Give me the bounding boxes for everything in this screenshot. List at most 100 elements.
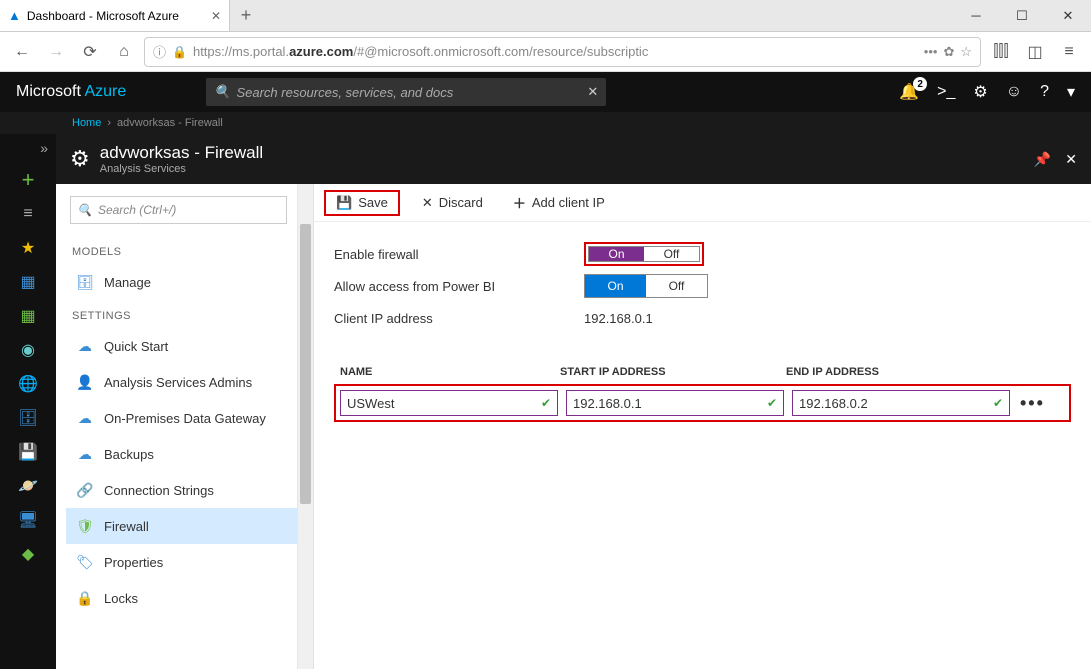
resource-menu: 🔍 Search (Ctrl+/) MODELS 🗄Manage SETTING… [56,184,314,669]
breadcrumb-current: advworksas - Firewall [117,117,223,129]
enable-firewall-toggle[interactable]: On Off [584,242,704,266]
scrollbar-thumb[interactable] [300,224,311,504]
menu-firewall[interactable]: 🛡Firewall [66,508,297,544]
rule-row: USWest ✔ 192.168.0.1 ✔ 192.168.0.2 ✔ ••• [334,384,1071,422]
url-more-icon[interactable]: ••• [924,44,938,59]
toggle-off[interactable]: Off [644,247,699,261]
sidebar-icon[interactable]: ◫ [1021,42,1049,62]
save-button[interactable]: 💾 Save [324,190,400,216]
toggle-on[interactable]: On [585,275,646,297]
breadcrumb-home[interactable]: Home [72,117,101,129]
toggle-on[interactable]: On [589,247,644,261]
browser-tab-strip: ▲ Dashboard - Microsoft Azure ✕ + ─ ☐ ✕ [0,0,1091,32]
close-blade-icon[interactable]: ✕ [1065,151,1077,168]
discard-icon: ✕ [422,195,433,211]
notifications-icon[interactable]: 🔔2 [899,82,919,102]
menu-icon[interactable]: ≡ [1055,43,1083,61]
clear-search-icon[interactable]: ✕ [587,84,598,100]
shield-icon: 🛡 [76,518,94,535]
planet-icon[interactable]: 🪐 [18,476,38,496]
window-controls: ─ ☐ ✕ [953,0,1091,31]
url-text: https://ms.portal.azure.com/#@microsoft.… [193,44,648,59]
valid-check-icon: ✔ [541,396,551,410]
grid-icon[interactable]: ▦ [18,306,38,326]
search-placeholder: Search (Ctrl+/) [98,203,176,217]
menu-properties[interactable]: 🏷Properties [66,544,297,580]
setting-enable-firewall: Enable firewall On Off [334,238,1071,270]
bookmark-icon[interactable]: ☆ [960,44,972,60]
vm-icon[interactable]: 🖥 [18,510,38,530]
browser-toolbar: ← → ⟳ ⌂ ⓘ 🔒 https://ms.portal.azure.com/… [0,32,1091,72]
person-icon: 👤 [76,374,94,391]
library-icon[interactable]: ⫿⫿⫿ [987,43,1015,61]
back-button[interactable]: ← [8,38,36,66]
new-resource-icon[interactable]: + [18,170,38,190]
minimize-button[interactable]: ─ [953,0,999,31]
firewall-rules: NAME START IP ADDRESS END IP ADDRESS USW… [314,350,1091,422]
blade-title: advworksas - Firewall [100,143,263,163]
rules-header: NAME START IP ADDRESS END IP ADDRESS [334,360,1071,384]
cloud-shell-icon[interactable]: >_ [937,83,955,101]
discard-button[interactable]: ✕ Discard [414,191,491,215]
close-tab-icon[interactable]: ✕ [211,9,221,23]
forward-button[interactable]: → [42,38,70,66]
feedback-icon[interactable]: ☺ [1006,83,1022,101]
menu-quick-start[interactable]: ☁Quick Start [66,328,297,364]
close-window-button[interactable]: ✕ [1045,0,1091,31]
new-tab-button[interactable]: + [230,0,262,31]
list-icon[interactable]: ≡ [18,204,38,224]
plus-icon: ＋ [513,193,526,212]
allow-powerbi-toggle[interactable]: On Off [584,274,708,298]
url-bar[interactable]: ⓘ 🔒 https://ms.portal.azure.com/#@micros… [144,37,981,67]
valid-check-icon: ✔ [993,396,1003,410]
menu-backups[interactable]: ☁Backups [66,436,297,472]
diamond-icon[interactable]: ◆ [18,544,38,564]
rule-name-input[interactable]: USWest ✔ [340,390,558,416]
reload-button[interactable]: ⟳ [76,38,104,66]
blade-subtitle: Analysis Services [100,163,263,175]
section-settings: SETTINGS [66,300,297,328]
maximize-button[interactable]: ☐ [999,0,1045,31]
toggle-off[interactable]: Off [646,275,707,297]
add-client-ip-button[interactable]: ＋ Add client IP [505,189,613,216]
gateway-icon: ☁ [76,410,94,427]
home-button[interactable]: ⌂ [110,38,138,66]
azure-brand[interactable]: Microsoft Azure [16,83,126,101]
collapse-nav-icon[interactable]: » [40,140,48,156]
globe-icon[interactable]: 🌐 [18,374,38,394]
rule-more-button[interactable]: ••• [1018,393,1047,414]
db-icon[interactable]: 💾 [18,442,38,462]
lock-icon: 🔒 [172,45,187,59]
filter-icon[interactable]: ▾ [1067,82,1075,102]
menu-gateway[interactable]: ☁On-Premises Data Gateway [66,400,297,436]
backup-icon: ☁ [76,446,94,463]
col-start: START IP ADDRESS [560,366,786,378]
favorite-star-icon[interactable]: ★ [18,238,38,258]
resource-menu-search[interactable]: 🔍 Search (Ctrl+/) [70,196,287,224]
menu-admins[interactable]: 👤Analysis Services Admins [66,364,297,400]
help-icon[interactable]: ? [1040,83,1049,101]
browser-tab[interactable]: ▲ Dashboard - Microsoft Azure ✕ [0,0,230,31]
setting-client-ip: Client IP address 192.168.0.1 [334,302,1071,334]
rule-end-ip-input[interactable]: 192.168.0.2 ✔ [792,390,1010,416]
breadcrumb-separator: › [107,117,111,129]
info-icon: ⓘ [153,42,166,61]
pin-icon[interactable]: 📌 [1034,151,1051,168]
blade-gear-icon: ⚙ [70,146,90,172]
menu-scrollbar[interactable] [297,184,313,669]
firewall-settings: Enable firewall On Off Allow access from… [314,222,1091,350]
menu-manage[interactable]: 🗄Manage [66,264,297,300]
resource-search[interactable]: 🔍 Search resources, services, and docs ✕ [206,78,606,106]
menu-locks[interactable]: 🔒Locks [66,580,297,616]
command-bar: 💾 Save ✕ Discard ＋ Add client IP [314,184,1091,222]
settings-gear-icon[interactable]: ⚙ [973,82,987,102]
reader-icon[interactable]: ✿ [943,44,954,60]
blade-area: ⚙ advworksas - Firewall Analysis Service… [56,134,1091,669]
client-ip-value: 192.168.0.1 [584,311,653,326]
sql-icon[interactable]: 🗄 [18,408,38,428]
section-models: MODELS [66,236,297,264]
rule-start-ip-input[interactable]: 192.168.0.1 ✔ [566,390,784,416]
dashboard-icon[interactable]: ▦ [18,272,38,292]
cube-icon[interactable]: ◉ [18,340,38,360]
menu-conn-strings[interactable]: 🔗Connection Strings [66,472,297,508]
